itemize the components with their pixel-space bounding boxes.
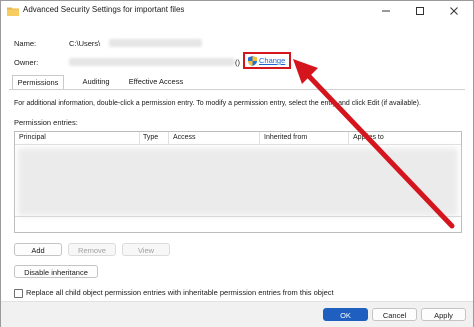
column-applies-to[interactable]: Applies to	[353, 134, 384, 141]
info-text: For additional information, double-click…	[14, 100, 421, 107]
close-button[interactable]	[437, 1, 471, 21]
maximize-button[interactable]	[403, 1, 437, 21]
cancel-button[interactable]: Cancel	[372, 308, 417, 321]
window-title: Advanced Security Settings for important…	[23, 5, 185, 14]
name-label: Name:	[14, 39, 37, 48]
tab-auditing[interactable]: Auditing	[75, 75, 117, 89]
disable-inheritance-button[interactable]: Disable inheritance	[14, 265, 98, 278]
owner-redacted	[69, 58, 235, 66]
table-rows-redacted	[18, 148, 458, 216]
owner-suffix: ()	[235, 58, 240, 67]
replace-permissions-label: Replace all child object permission entr…	[26, 288, 334, 297]
remove-button[interactable]: Remove	[68, 243, 116, 256]
close-icon	[450, 7, 458, 15]
tab-permissions[interactable]: Permissions	[12, 75, 64, 90]
column-type[interactable]: Type	[143, 134, 158, 141]
permission-entries-label: Permission entries:	[14, 118, 78, 127]
column-separator	[168, 132, 169, 144]
title-bar: Advanced Security Settings for important…	[1, 1, 473, 21]
shield-icon	[248, 56, 257, 66]
column-separator	[259, 132, 260, 144]
column-separator	[139, 132, 140, 144]
folder-icon	[7, 7, 19, 16]
minimize-button[interactable]	[369, 1, 403, 21]
column-access[interactable]: Access	[173, 134, 196, 141]
apply-button[interactable]: Apply	[421, 308, 466, 321]
column-inherited-from[interactable]: Inherited from	[264, 134, 307, 141]
view-button[interactable]: View	[122, 243, 170, 256]
advanced-security-dialog: Advanced Security Settings for important…	[0, 0, 474, 327]
maximize-icon	[416, 7, 424, 15]
replace-permissions-checkbox[interactable]	[14, 289, 23, 298]
table-header: Principal Type Access Inherited from App…	[15, 132, 461, 145]
column-principal[interactable]: Principal	[19, 134, 46, 141]
permission-entries-table[interactable]: Principal Type Access Inherited from App…	[14, 131, 462, 233]
table-divider	[15, 216, 461, 217]
owner-label: Owner:	[14, 58, 39, 67]
minimize-icon	[382, 10, 390, 12]
tab-effective-access[interactable]: Effective Access	[126, 75, 186, 89]
name-value: C:\Users\	[69, 39, 101, 48]
change-highlight: Change	[243, 52, 291, 69]
ok-button[interactable]: OK	[323, 308, 368, 321]
name-redacted	[109, 39, 202, 47]
change-owner-link[interactable]: Change	[259, 56, 285, 65]
column-separator	[348, 132, 349, 144]
add-button[interactable]: Add	[14, 243, 62, 256]
